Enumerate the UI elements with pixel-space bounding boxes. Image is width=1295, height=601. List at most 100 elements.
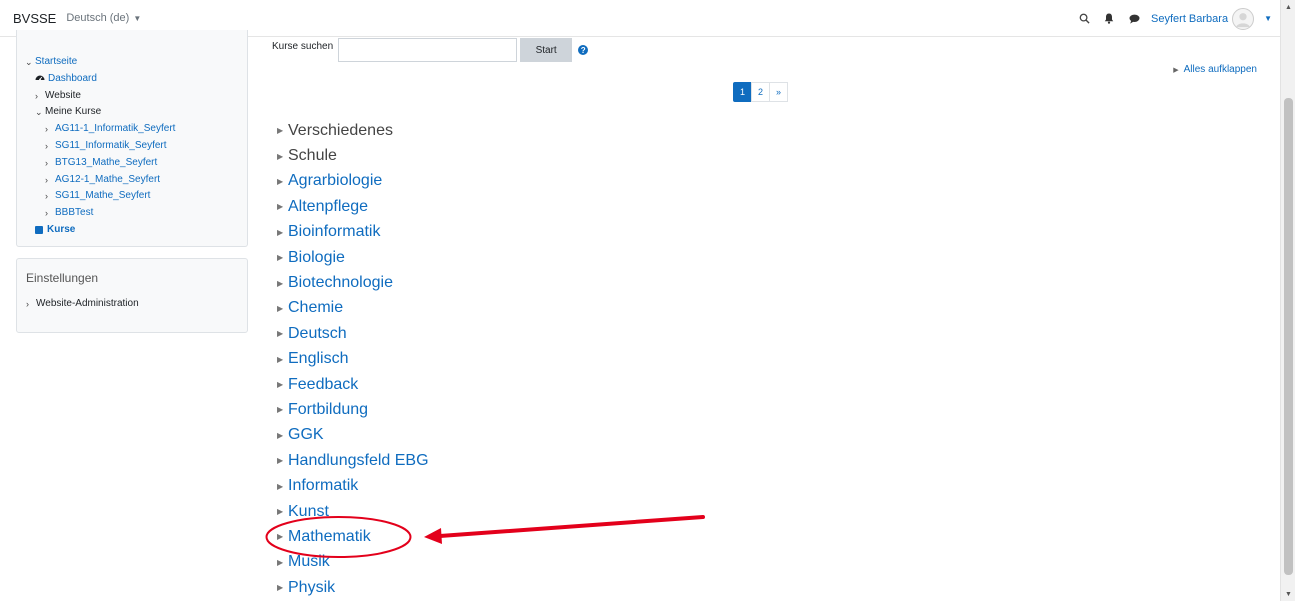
nav-item-startseite[interactable]: ⌄ Startseite — [25, 54, 175, 71]
user-avatar[interactable] — [1232, 7, 1255, 30]
category-item[interactable]: ▶ Englisch — [277, 347, 429, 372]
nav-item-website[interactable]: › Website — [25, 88, 175, 105]
category-item[interactable]: ▶ Handlungsfeld EBG — [277, 448, 429, 473]
courses-icon — [35, 226, 43, 235]
category-label: Schule — [288, 147, 337, 165]
category-item[interactable]: ▶ Altenpflege — [277, 194, 429, 219]
chevron-right-icon: › — [45, 140, 48, 151]
user-name-link[interactable]: Seyfert Barbara — [1151, 13, 1228, 25]
site-brand[interactable]: BVSSE — [13, 11, 56, 26]
triangle-right-icon: ▶ — [277, 380, 284, 390]
nav-item-label: BBBTest — [55, 207, 94, 219]
language-label: Deutsch (de) — [66, 12, 130, 24]
language-menu[interactable]: Deutsch (de) ▼ — [66, 12, 141, 24]
nav-item-course[interactable]: › BTG13_Mathe_Seyfert — [25, 155, 175, 172]
triangle-right-icon: ▶ — [277, 532, 284, 542]
nav-item-meine-kurse[interactable]: ⌄ Meine Kurse — [25, 104, 175, 121]
triangle-right-icon: ▶ — [277, 227, 284, 237]
category-item-mathematik[interactable]: ▶ Mathematik — [277, 524, 429, 549]
category-item[interactable]: ▶ Informatik — [277, 473, 429, 498]
category-label: Physik — [288, 578, 336, 596]
messages-icon[interactable] — [1126, 11, 1142, 27]
category-label: Informatik — [288, 477, 359, 495]
settings-item-website-admin[interactable]: › Website-Administration — [26, 298, 139, 309]
category-item[interactable]: ▶ Physik — [277, 575, 429, 600]
nav-item-kurse[interactable]: Kurse — [25, 222, 175, 239]
nav-item-label: AG12-1_Mathe_Seyfert — [55, 173, 161, 185]
category-item[interactable]: ▶ Bioinformatik — [277, 220, 429, 245]
category-item[interactable]: ▶ Feedback — [277, 372, 429, 397]
category-item[interactable]: ▶ Deutsch — [277, 321, 429, 346]
triangle-right-icon: ▶ — [277, 507, 284, 517]
course-search-form: Kurse suchen Start ? — [272, 38, 589, 62]
category-item[interactable]: ▶ Kunst — [277, 499, 429, 524]
chevron-right-icon: › — [35, 90, 38, 101]
nav-item-course[interactable]: › AG12-1_Mathe_Seyfert — [25, 172, 175, 189]
navigation-tree: ⌄ Startseite Dashboard › Website ⌄ Meine… — [25, 54, 175, 239]
triangle-right-icon: ▶ — [277, 583, 284, 593]
nav-item-course[interactable]: › BBBTest — [25, 205, 175, 222]
expand-all-link[interactable]: ▶ Alles aufklappen — [1173, 64, 1257, 75]
chevron-right-icon: › — [45, 191, 48, 202]
search-start-button[interactable]: Start — [520, 38, 573, 62]
triangle-right-icon: ▶ — [277, 303, 284, 313]
category-label: Englisch — [288, 350, 349, 368]
category-item[interactable]: ▶ Chemie — [277, 296, 429, 321]
settings-item-label: Website-Administration — [36, 298, 139, 309]
category-item[interactable]: ▶ Musik — [277, 550, 429, 575]
page-link-next[interactable]: » — [769, 82, 788, 102]
settings-block-title: Einstellungen — [26, 271, 99, 285]
triangle-right-icon: ▶ — [277, 329, 284, 339]
course-search-input[interactable] — [338, 38, 518, 62]
category-item[interactable]: ▶ Agrarbiologie — [277, 169, 429, 194]
category-label: Mathematik — [288, 527, 371, 545]
category-label: Handlungsfeld EBG — [288, 451, 429, 469]
category-label: Bioinformatik — [288, 223, 381, 241]
triangle-right-icon: ▶ — [277, 557, 284, 567]
chevron-right-icon: › — [45, 174, 48, 185]
category-item[interactable]: ▶ Biologie — [277, 245, 429, 270]
category-label: Altenpflege — [288, 197, 369, 215]
nav-item-label: Website — [45, 89, 81, 101]
triangle-right-icon: ▶ — [277, 481, 284, 491]
dashboard-icon — [35, 71, 45, 88]
triangle-right-icon: ▶ — [277, 126, 284, 136]
nav-item-label: Startseite — [35, 56, 78, 67]
triangle-right-icon: ▶ — [277, 202, 284, 212]
scroll-down-arrow-icon[interactable]: ▼ — [1281, 587, 1295, 601]
scroll-thumb[interactable] — [1284, 98, 1293, 575]
nav-item-course[interactable]: › SG11_Mathe_Seyfert — [25, 188, 175, 205]
pagination: 1 2 » — [733, 82, 788, 102]
page-link-2[interactable]: 2 — [751, 82, 770, 102]
course-search-label: Kurse suchen — [272, 40, 334, 52]
category-label: Deutsch — [288, 324, 347, 342]
triangle-right-icon: ▶ — [277, 176, 284, 186]
nav-item-course[interactable]: › AG11-1_Informatik_Seyfert — [25, 121, 175, 138]
nav-item-label: SG11_Mathe_Seyfert — [55, 190, 151, 202]
highlight-arrow-shaft — [438, 515, 705, 538]
nav-item-dashboard[interactable]: Dashboard — [25, 71, 175, 88]
category-label: Biotechnologie — [288, 274, 393, 292]
user-menu-caret-icon[interactable]: ▼ — [1264, 14, 1272, 23]
scroll-up-arrow-icon[interactable]: ▲ — [1281, 0, 1295, 14]
help-icon[interactable]: ? — [578, 45, 589, 55]
category-item[interactable]: ▶ Biotechnologie — [277, 270, 429, 295]
category-item[interactable]: ▶ GGK — [277, 423, 429, 448]
category-item[interactable]: ▶ Verschiedenes — [277, 118, 429, 143]
page-scrollbar[interactable]: ▲ ▼ — [1280, 0, 1295, 601]
chevron-right-icon: › — [45, 157, 48, 168]
nav-item-course[interactable]: › SG11_Informatik_Seyfert — [25, 138, 175, 155]
page-link-1[interactable]: 1 — [733, 82, 752, 102]
triangle-right-icon: ▶ — [277, 151, 284, 161]
triangle-right-icon: ▶ — [277, 253, 284, 263]
language-caret-icon: ▼ — [133, 13, 142, 23]
search-icon[interactable] — [1076, 11, 1092, 27]
category-label: Verschiedenes — [288, 121, 393, 139]
chevron-right-icon: › — [45, 208, 48, 219]
chevron-right-icon: › — [45, 124, 48, 135]
category-item[interactable]: ▶ Schule — [277, 143, 429, 168]
category-label: Musik — [288, 553, 330, 571]
notification-bell-icon[interactable] — [1101, 11, 1117, 27]
nav-item-label: Meine Kurse — [45, 106, 102, 118]
category-item[interactable]: ▶ Fortbildung — [277, 397, 429, 422]
